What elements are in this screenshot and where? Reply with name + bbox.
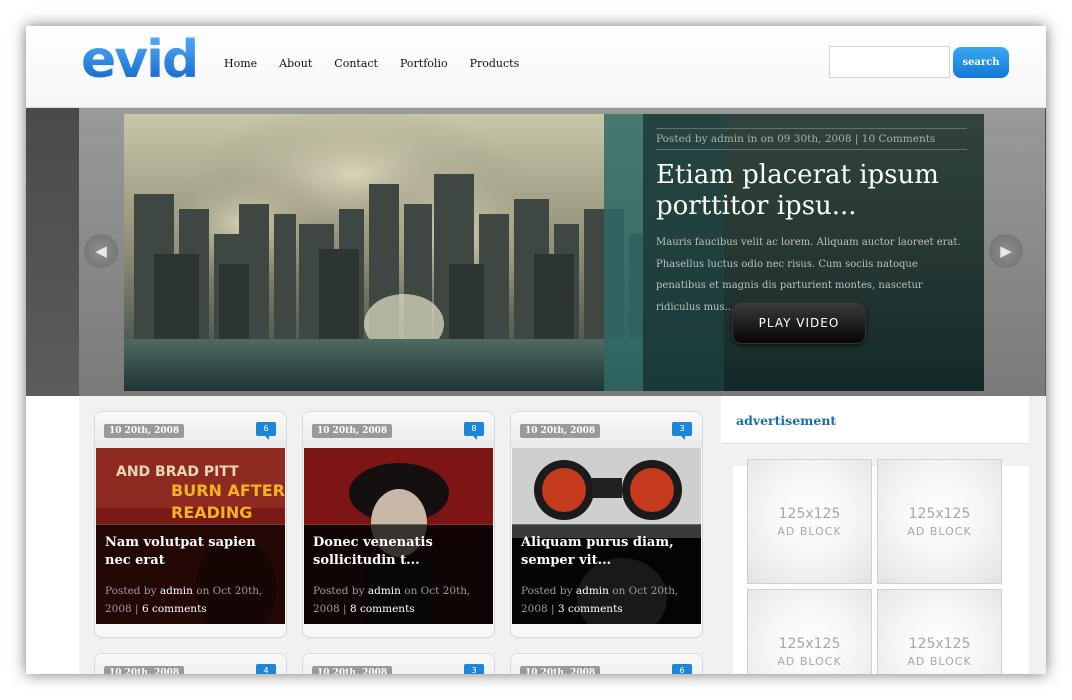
thumbnail-text-3: READING bbox=[171, 503, 252, 522]
comment-count-icon[interactable]: 4 bbox=[256, 664, 276, 674]
main-nav: Home About Contact Portfolio Products bbox=[224, 57, 541, 70]
comment-count-icon[interactable]: 3 bbox=[464, 664, 484, 674]
post-comments-link[interactable]: 8 comments bbox=[350, 603, 415, 615]
post-meta: Posted by admin on Oct 20th, 2008 | 6 co… bbox=[105, 585, 263, 615]
nav-about[interactable]: About bbox=[279, 57, 312, 70]
post-comments-link[interactable]: 6 comments bbox=[142, 603, 207, 615]
post-author[interactable]: admin bbox=[368, 585, 401, 597]
ad-size: 125x125 bbox=[778, 505, 841, 522]
ad-label: AD BLOCK bbox=[907, 654, 972, 668]
post-date: 10 20th, 2008 bbox=[520, 424, 601, 438]
slide-image: Posted by admin in on 09 30th, 2008 | 10… bbox=[124, 114, 984, 391]
slide-title[interactable]: Etiam placerat ipsum porttitor ipsu... bbox=[656, 160, 966, 222]
nav-products[interactable]: Products bbox=[470, 57, 520, 70]
posts-area: 10 20th, 2008 6 AND BRAD PITT BURN AFTER… bbox=[79, 396, 721, 674]
post-card[interactable]: 10 20th, 2008 3 bbox=[302, 653, 495, 674]
site-header: evid Home About Contact Portfolio Produc… bbox=[26, 26, 1046, 108]
post-card[interactable]: 10 20th, 2008 6 bbox=[510, 653, 703, 674]
ad-label: AD BLOCK bbox=[907, 524, 972, 538]
ad-block[interactable]: 125x125 AD BLOCK bbox=[747, 589, 872, 674]
post-date: 10 20th, 2008 bbox=[312, 666, 393, 674]
slide-meta: Posted by admin in on 09 30th, 2008 | 10… bbox=[656, 128, 967, 150]
post-date: 10 20th, 2008 bbox=[104, 424, 185, 438]
post-title[interactable]: Donec venenatis sollicitudin t... bbox=[313, 534, 488, 570]
nav-contact[interactable]: Contact bbox=[334, 57, 378, 70]
search-button[interactable]: search bbox=[953, 47, 1009, 78]
post-comments-link[interactable]: 3 comments bbox=[558, 603, 623, 615]
site-logo[interactable]: evid bbox=[81, 30, 199, 90]
advertisement-heading: advertisement bbox=[736, 413, 837, 428]
post-meta: Posted by admin on Oct 20th, 2008 | 8 co… bbox=[313, 585, 471, 615]
post-card[interactable]: 10 20th, 2008 4 bbox=[94, 653, 287, 674]
post-title[interactable]: Aliquam purus diam, semper vit... bbox=[521, 534, 696, 570]
nav-home[interactable]: Home bbox=[224, 57, 257, 70]
comment-count-icon[interactable]: 8 bbox=[464, 422, 484, 440]
comment-count-icon[interactable]: 3 bbox=[672, 422, 692, 440]
post-meta: Posted by admin on Oct 20th, 2008 | 3 co… bbox=[521, 585, 679, 615]
play-video-button[interactable]: PLAY VIDEO bbox=[732, 302, 866, 344]
post-title[interactable]: Nam volutpat sapien nec erat bbox=[105, 534, 280, 570]
featured-slider: ◀ ▶ Posted by admin in on 09 30th, 2008 … bbox=[26, 108, 1046, 396]
ad-block[interactable]: 125x125 AD BLOCK bbox=[747, 459, 872, 584]
page-frame: evid Home About Contact Portfolio Produc… bbox=[26, 26, 1046, 674]
sidebar-heading-box: advertisement bbox=[721, 396, 1029, 444]
post-date: 10 20th, 2008 bbox=[312, 424, 393, 438]
post-card[interactable]: 10 20th, 2008 3 Aliquam purus diam, semp… bbox=[510, 411, 703, 638]
ad-block[interactable]: 125x125 AD BLOCK bbox=[877, 589, 1002, 674]
post-card[interactable]: 10 20th, 2008 8 Donec venenatis sollicit… bbox=[302, 411, 495, 638]
post-author[interactable]: admin bbox=[160, 585, 193, 597]
post-author[interactable]: admin bbox=[576, 585, 609, 597]
thumbnail-text-2: BURN AFTER bbox=[171, 481, 285, 500]
ad-label: AD BLOCK bbox=[777, 524, 842, 538]
ad-label: AD BLOCK bbox=[777, 654, 842, 668]
post-card[interactable]: 10 20th, 2008 6 AND BRAD PITT BURN AFTER… bbox=[94, 411, 287, 638]
arrow-left-icon[interactable]: ◀ bbox=[84, 234, 118, 268]
sidebar: advertisement 125x125 AD BLOCK 125x125 A… bbox=[721, 396, 1046, 674]
post-date: 10 20th, 2008 bbox=[104, 666, 185, 674]
comment-count-icon[interactable]: 6 bbox=[672, 664, 692, 674]
thumbnail-text-1: AND BRAD PITT bbox=[116, 464, 239, 480]
nav-portfolio[interactable]: Portfolio bbox=[400, 57, 448, 70]
comment-count-icon[interactable]: 6 bbox=[256, 422, 276, 440]
ad-size: 125x125 bbox=[908, 635, 971, 652]
ad-block[interactable]: 125x125 AD BLOCK bbox=[877, 459, 1002, 584]
ad-size: 125x125 bbox=[908, 505, 971, 522]
post-date: 10 20th, 2008 bbox=[520, 666, 601, 674]
search-input[interactable] bbox=[829, 46, 950, 78]
ad-size: 125x125 bbox=[778, 635, 841, 652]
arrow-right-icon[interactable]: ▶ bbox=[989, 234, 1023, 268]
